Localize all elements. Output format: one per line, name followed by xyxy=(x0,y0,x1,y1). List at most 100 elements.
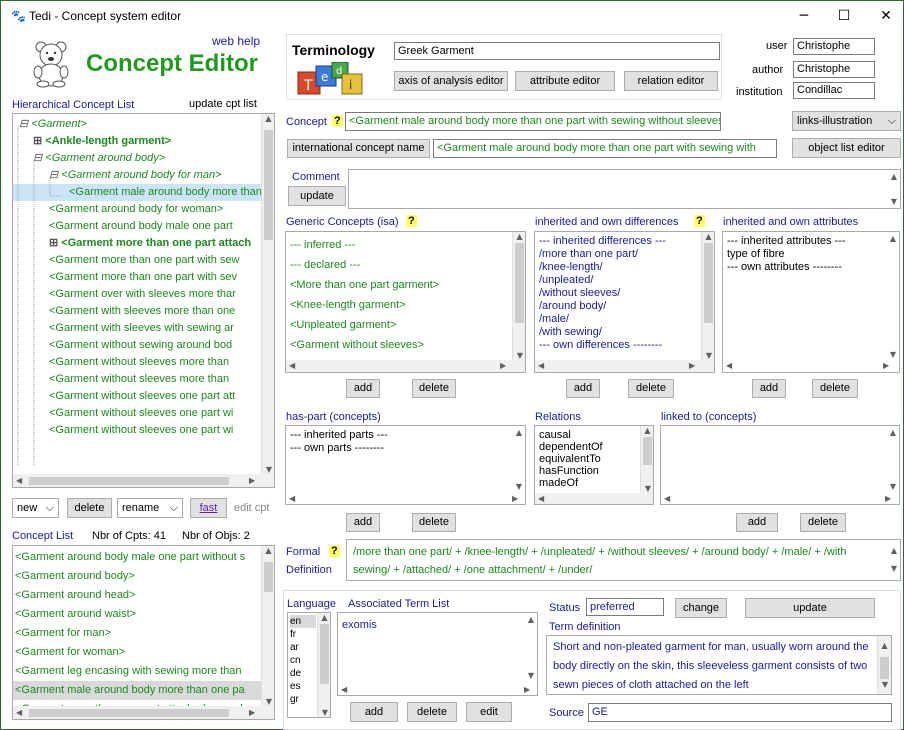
list-item[interactable]: dependentOf xyxy=(537,441,637,453)
user-field[interactable]: Christophe xyxy=(793,38,875,55)
tree-node[interactable]: ⊟ <Garment> xyxy=(13,116,261,133)
relation-editor-button[interactable]: relation editor xyxy=(624,71,718,91)
tree-node[interactable]: <Garment without sleeves more than xyxy=(13,371,261,388)
generic-delete-button[interactable]: delete xyxy=(412,379,456,398)
delete-concept-button[interactable]: delete xyxy=(67,498,112,518)
list-item[interactable]: <Garment around waist> xyxy=(13,605,261,624)
source-field[interactable]: GE xyxy=(588,703,892,722)
tree-node[interactable]: <Garment around body for woman> xyxy=(13,201,261,218)
links-illustration-dropdown[interactable]: links-illustration ⌵ xyxy=(792,111,901,131)
status-field[interactable]: preferred xyxy=(586,598,664,616)
list-item[interactable]: <Knee-length garment> xyxy=(288,295,508,315)
status-change-button[interactable]: change xyxy=(675,598,727,618)
list-item[interactable]: --- own attributes -------- xyxy=(725,261,885,274)
list-item[interactable]: <Garment for man> xyxy=(13,624,261,643)
web-help-link[interactable]: web help xyxy=(212,34,260,48)
international-concept-field[interactable]: <Garment male around body more than one … xyxy=(433,139,777,158)
term-delete-button[interactable]: delete xyxy=(407,702,457,722)
institution-field[interactable]: Condillac xyxy=(793,82,875,99)
hierarchical-concept-list[interactable]: ⊟ <Garment> ⊞ <Ankle-length garment> ⊟ <Ga… xyxy=(12,113,275,488)
list-item[interactable]: /knee-length/ xyxy=(537,261,699,274)
terminology-field[interactable]: Greek Garment xyxy=(394,42,720,60)
tree-node[interactable]: <Garment over with sleeves more thar xyxy=(13,286,261,303)
list-item[interactable]: fr xyxy=(290,628,316,641)
clist-hscrollbar[interactable]: ◀ ▶ xyxy=(13,706,274,719)
tree-node[interactable]: <Garment without sleeves one part wi xyxy=(13,405,261,422)
term-add-button[interactable]: add xyxy=(350,702,398,722)
list-item[interactable]: ar xyxy=(290,641,316,654)
linked-to-list[interactable]: ▲ ▼ ◀ ▶ xyxy=(660,425,900,505)
axis-of-analysis-button[interactable]: axis of analysis editor xyxy=(394,71,508,91)
list-item[interactable]: es xyxy=(290,680,316,693)
list-item[interactable]: en xyxy=(290,615,316,628)
new-dropdown[interactable]: new ⌵ xyxy=(12,498,59,518)
list-item[interactable]: /more than one part/ xyxy=(537,248,699,261)
generic-help-icon[interactable]: ? xyxy=(406,215,417,227)
list-item[interactable]: <Garment male around body more than one … xyxy=(13,681,261,700)
relations-list[interactable]: causal dependentOf equivalentTo hasFunction… xyxy=(534,425,654,505)
generic-add-button[interactable]: add xyxy=(346,379,380,398)
expand-icon[interactable]: ⊞ xyxy=(49,237,61,249)
expand-icon[interactable]: ⊞ xyxy=(33,135,45,147)
hier-hscrollbar[interactable]: ◀ ▶ xyxy=(13,474,274,487)
tree-node[interactable]: <Garment without sewing around bod xyxy=(13,337,261,354)
list-item[interactable]: de xyxy=(290,667,316,680)
list-item[interactable]: /with sewing/ xyxy=(537,326,699,339)
collapse-icon[interactable]: ⊟ xyxy=(49,169,61,181)
list-item[interactable]: <Garment around body> xyxy=(13,567,261,586)
hier-vscrollbar[interactable]: ▲ ▼ xyxy=(261,114,274,474)
collapse-icon[interactable]: ⊟ xyxy=(33,152,45,164)
author-field[interactable]: Christophe xyxy=(793,61,875,78)
tree-node[interactable]: <Garment without sleeves more than xyxy=(13,354,261,371)
linked-delete-button[interactable]: delete xyxy=(800,513,846,532)
attributes-add-button[interactable]: add xyxy=(752,379,786,398)
term-update-button[interactable]: update xyxy=(745,598,875,618)
list-item[interactable]: /around body/ xyxy=(537,300,699,313)
term-edit-button[interactable]: edit xyxy=(466,702,512,722)
tree-node[interactable]: <Garment without sleeves one part att xyxy=(13,388,261,405)
list-item[interactable]: <Garment around body male one part witho… xyxy=(13,548,261,567)
list-item[interactable]: <More than one part garment> xyxy=(288,275,508,295)
list-item[interactable]: --- inferred --- xyxy=(288,235,508,255)
comment-textarea[interactable]: ▲ ▼ xyxy=(348,169,901,209)
tree-node[interactable]: ⊞ <Ankle-length garment> xyxy=(13,133,261,150)
tree-node[interactable]: ⊟ <Garment around body for man> xyxy=(13,167,261,184)
list-item[interactable]: <Garment without sleeves> xyxy=(288,335,508,355)
list-item[interactable]: /without sleeves/ xyxy=(537,287,699,300)
clist-vscrollbar[interactable]: ▲ ▼ xyxy=(261,546,274,706)
comment-update-button[interactable]: update xyxy=(288,186,346,206)
international-concept-name-button[interactable]: international concept name xyxy=(287,139,430,158)
list-item[interactable]: --- inherited parts --- xyxy=(288,429,508,442)
tree-node[interactable]: <Garment without sleeves one part wi xyxy=(13,422,261,439)
differences-delete-button[interactable]: delete xyxy=(628,379,674,398)
maximize-button[interactable]: ☐ xyxy=(821,3,867,29)
attributes-list[interactable]: --- inherited attributes --- type of fibr… xyxy=(722,231,900,373)
list-item[interactable]: gr xyxy=(290,693,316,706)
list-item[interactable]: <Garment leg encasing with sewing more t… xyxy=(13,662,261,681)
tree-node[interactable]: ⊟ <Garment around body> xyxy=(13,150,261,167)
tree-node[interactable]: <Garment more than one part with sev xyxy=(13,269,261,286)
has-part-delete-button[interactable]: delete xyxy=(412,513,456,532)
list-item[interactable]: --- inherited differences --- xyxy=(537,235,699,248)
list-item[interactable]: hasFunction xyxy=(537,465,637,477)
tree-node[interactable]: <Garment around body male one part xyxy=(13,218,261,235)
has-part-list[interactable]: --- inherited parts --- --- own parts ---… xyxy=(285,425,526,505)
rename-dropdown[interactable]: rename ⌵ xyxy=(117,498,183,518)
list-item[interactable]: <Garment around head> xyxy=(13,586,261,605)
list-item[interactable]: causal xyxy=(537,429,637,441)
generic-concepts-list[interactable]: --- inferred --- --- declared --- <More th… xyxy=(285,231,526,373)
list-item[interactable]: <Unpleated garment> xyxy=(288,315,508,335)
list-item[interactable]: --- own parts -------- xyxy=(288,442,508,455)
collapse-icon[interactable]: ⊟ xyxy=(19,118,31,130)
term-item[interactable]: exomis xyxy=(342,619,377,631)
list-item[interactable]: type of fibre xyxy=(725,248,885,261)
list-item[interactable]: --- own differences -------- xyxy=(537,339,699,352)
differences-list[interactable]: --- inherited differences ---/more than … xyxy=(534,231,715,373)
list-item[interactable]: equivalentTo xyxy=(537,453,637,465)
list-item[interactable]: --- inherited attributes --- xyxy=(725,235,885,248)
list-item[interactable]: cn xyxy=(290,654,316,667)
differences-help-icon[interactable]: ? xyxy=(694,215,705,227)
tree-node[interactable]: <Garment more than one part with sew xyxy=(13,252,261,269)
has-part-add-button[interactable]: add xyxy=(346,513,380,532)
tree-node[interactable]: ⊞ <Garment more than one part attach xyxy=(13,235,261,252)
